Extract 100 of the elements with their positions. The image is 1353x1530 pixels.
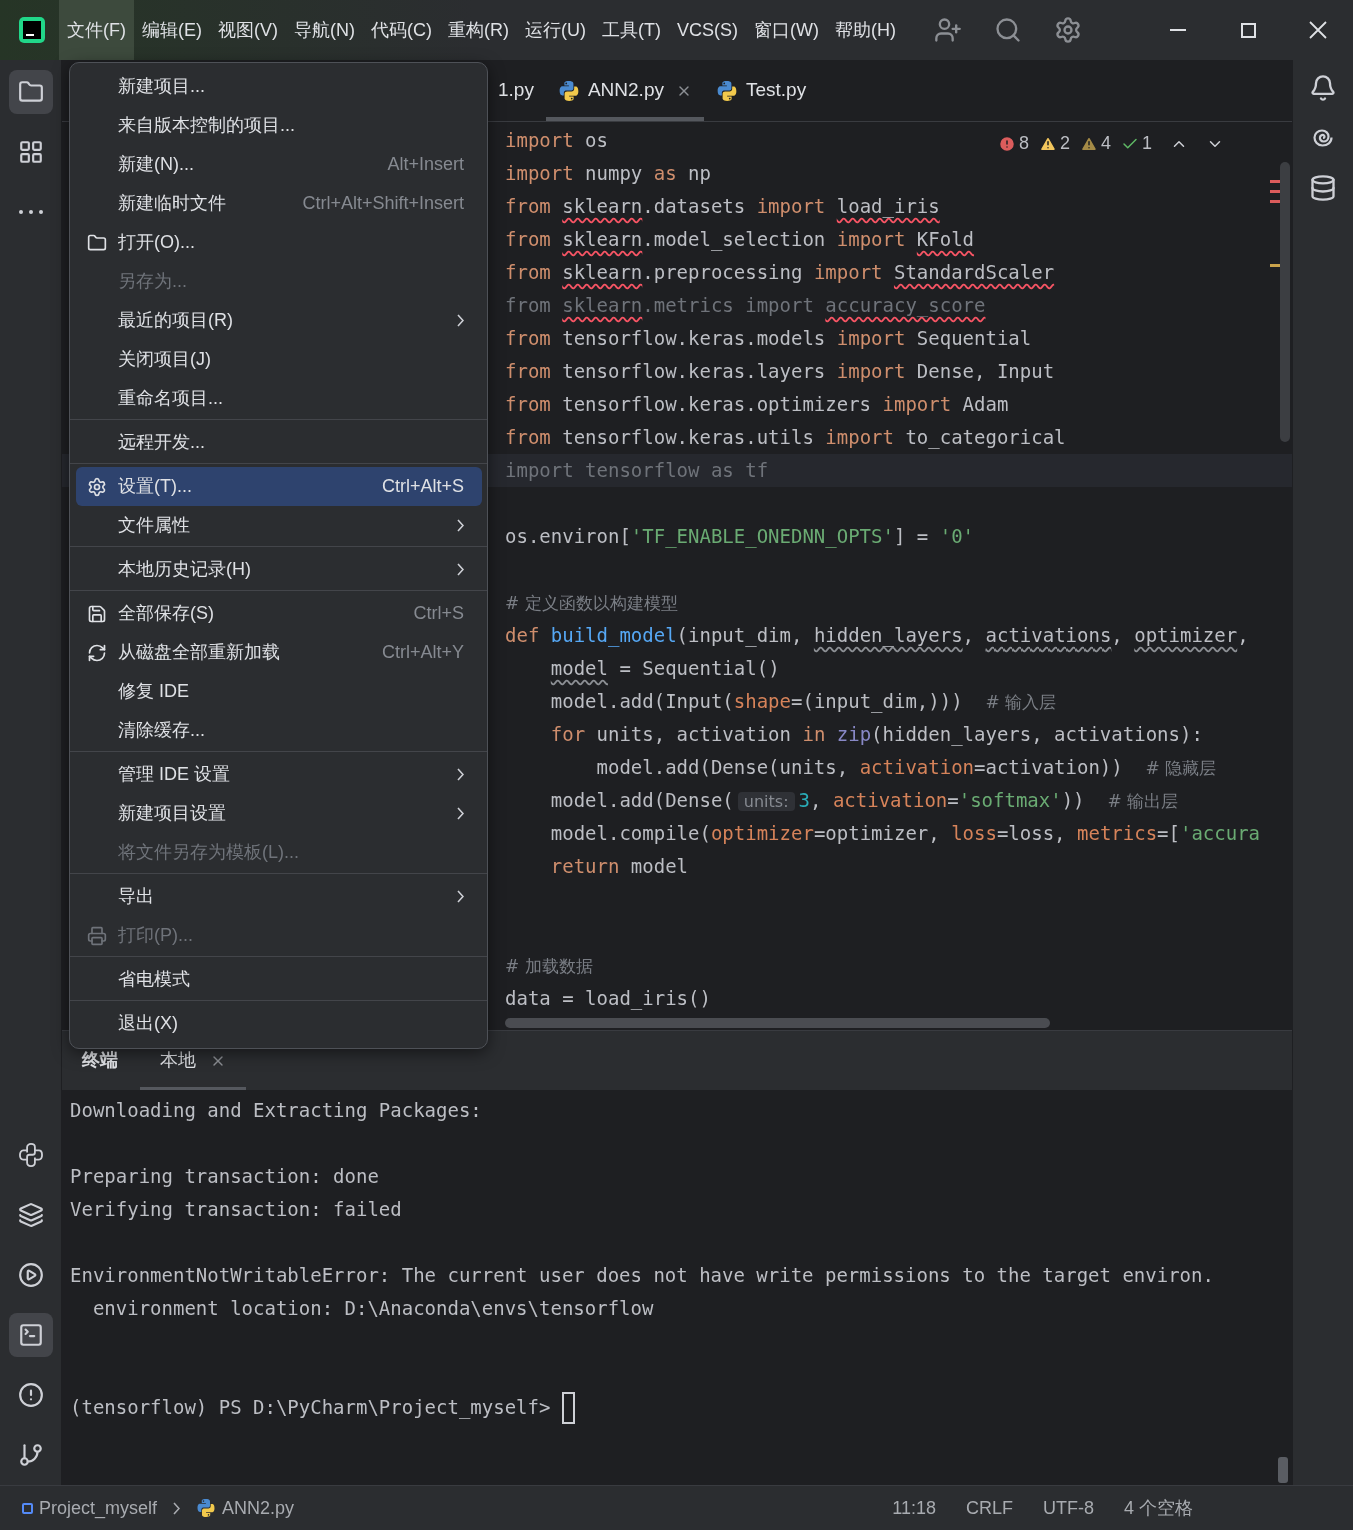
status-item[interactable]: UTF-8 xyxy=(1043,1494,1094,1522)
menu-bar-item[interactable]: 工具(T) xyxy=(594,0,669,60)
close-icon xyxy=(1309,21,1327,39)
code-line: from sklearn.datasets import load_iris xyxy=(505,194,940,220)
text-cursor xyxy=(562,1391,576,1424)
menu-item[interactable]: 修复 IDE xyxy=(76,672,482,711)
menu-bar-item[interactable]: 重构(R) xyxy=(440,0,517,60)
folder-icon xyxy=(17,79,44,105)
add-user-icon[interactable] xyxy=(933,16,962,44)
terminal-line: environment location: D:\Anaconda\envs\tensorflow xyxy=(91,1296,655,1322)
database-icon[interactable] xyxy=(1309,174,1337,202)
code-line: return model xyxy=(549,854,689,880)
code-line: # 定义函数以构建模型 xyxy=(505,592,678,616)
save-icon xyxy=(87,603,107,624)
inspection-count: 8 xyxy=(1018,132,1029,155)
menu-item[interactable]: 省电模式 xyxy=(76,960,482,999)
menu-item[interactable]: 新建项目... xyxy=(76,67,482,106)
git-branch-icon xyxy=(17,1442,44,1468)
status-item[interactable]: 4 个空格 xyxy=(1124,1494,1193,1522)
structure-icon xyxy=(17,139,44,165)
terminal-line: Preparing transaction: done xyxy=(70,1164,380,1190)
settings-icon[interactable] xyxy=(1053,16,1082,44)
terminal-line: EnvironmentNotWritableError: The current user does not have write permissions to the target environ. xyxy=(70,1263,1215,1289)
menu-bar-item[interactable]: 帮助(H) xyxy=(826,0,904,60)
breadcrumb[interactable]: ANN2.py xyxy=(196,1494,295,1522)
terminal-line: Verifying transaction: failed xyxy=(70,1197,403,1223)
menu-item[interactable]: 新建项目设置 xyxy=(76,794,482,833)
folder-icon xyxy=(87,232,107,253)
code-line: model.add(Input(shape=(input_dim,))) # 输入层 xyxy=(549,689,1057,715)
code-line: for units, activation in zip(hidden_layers, activations): xyxy=(549,722,1203,748)
editor-tab[interactable]: Test.py xyxy=(703,60,819,121)
settings-icon xyxy=(87,476,107,497)
code-line: from sklearn.metrics import accuracy_score xyxy=(505,293,986,319)
folder-tool-button[interactable] xyxy=(8,70,53,114)
menu-item[interactable]: 设置(T)... Ctrl+Alt+S xyxy=(76,467,482,506)
status-item[interactable]: CRLF xyxy=(965,1494,1013,1522)
error-icon xyxy=(997,134,1016,153)
menu-item[interactable]: 打开(O)... xyxy=(76,223,482,262)
run-icon xyxy=(17,1262,44,1288)
menu-item[interactable]: 最近的项目(R) xyxy=(76,301,482,340)
shortcut-label: Ctrl+S xyxy=(413,602,464,625)
menu-item[interactable]: 文件属性 xyxy=(76,506,482,545)
terminal-tool-button[interactable] xyxy=(8,1313,53,1357)
code-line: from tensorflow.keras.utils import to_categorical xyxy=(505,425,1066,451)
menu-bar-item[interactable]: 窗口(W) xyxy=(746,0,827,60)
menu-bar-item[interactable]: 视图(V) xyxy=(210,0,286,60)
menu-item[interactable]: 新建临时文件 Ctrl+Alt+Shift+Insert xyxy=(76,184,482,223)
python-icon xyxy=(715,79,738,102)
terminal-prompt: (tensorflow) PS D:\PyCharm\Project_myself> xyxy=(70,1395,551,1421)
python-icon xyxy=(17,1142,44,1168)
menu-bar-item[interactable]: 文件(F) xyxy=(59,0,134,60)
editor-tab[interactable]: 1.py xyxy=(486,60,546,121)
menu-item[interactable]: 管理 IDE 设置 xyxy=(76,755,482,794)
menu-item[interactable]: 重命名项目... xyxy=(76,379,482,418)
code-line: model.add(Dense(units, activation=activation)) # 隐藏层 xyxy=(595,755,1217,781)
app-logo-icon xyxy=(19,17,45,43)
code-line: # 加载数据 xyxy=(505,955,593,979)
code-line: def build_model(input_dim, hidden_layers, activations, optimizer, xyxy=(505,623,1249,649)
status-item[interactable]: 11:18 xyxy=(892,1494,936,1522)
menu-item[interactable]: 导出 xyxy=(76,877,482,916)
code-line: import tensorflow as tf xyxy=(505,458,769,484)
menu-bar-item[interactable]: VCS(S) xyxy=(668,0,746,60)
menu-item[interactable]: 来自版本控制的项目... xyxy=(76,106,482,145)
printer-icon xyxy=(87,925,107,946)
python-icon xyxy=(196,1498,217,1518)
terminal-line: Downloading and Extracting Packages: xyxy=(70,1098,483,1124)
menu-item[interactable]: 全部保存(S) Ctrl+S xyxy=(76,594,482,633)
code-line: model = Sequential() xyxy=(549,656,780,682)
code-line: from sklearn.preprocessing import StandardScaler xyxy=(505,260,1055,286)
menu-bar-item[interactable]: 编辑(E) xyxy=(134,0,210,60)
notifications-icon[interactable] xyxy=(1309,74,1337,102)
layers-icon xyxy=(17,1202,44,1228)
menu-item[interactable]: 从磁盘全部重新加载 Ctrl+Alt+Y xyxy=(76,633,482,672)
shortcut-label: Ctrl+Alt+Y xyxy=(381,641,464,664)
shortcut-label: Ctrl+Alt+S xyxy=(381,475,464,498)
menu-item[interactable]: 清除缓存... xyxy=(76,711,482,750)
menu-bar-item[interactable]: 代码(C) xyxy=(363,0,440,60)
code-line: import os xyxy=(505,128,608,154)
inspection-count: 4 xyxy=(1100,132,1111,155)
code-line: from sklearn.model_selection import KFold xyxy=(505,227,975,253)
minimize-icon xyxy=(1170,29,1186,31)
menu-item[interactable]: 关闭项目(J) xyxy=(76,340,482,379)
menu-item[interactable]: 新建(N)... Alt+Insert xyxy=(76,145,482,184)
menu-bar-item[interactable]: 导航(N) xyxy=(286,0,363,60)
code-line: model.add(Dense( units: 3, activation='softmax')) # 输出层 xyxy=(549,788,1179,814)
menu-bar-item[interactable]: 运行(U) xyxy=(517,0,594,60)
python-icon xyxy=(557,79,580,102)
terminal-icon xyxy=(17,1322,44,1348)
menu-item[interactable]: 本地历史记录(H) xyxy=(76,550,482,589)
reload-icon xyxy=(87,642,107,663)
code-line: from tensorflow.keras.layers import Dense, Input xyxy=(505,359,1055,385)
problems-icon xyxy=(17,1382,44,1408)
menu-item[interactable]: 远程开发... xyxy=(76,423,482,462)
inspection-count: 2 xyxy=(1059,132,1070,155)
code-line: from tensorflow.keras.models import Sequential xyxy=(505,326,1032,352)
inspection-count: 1 xyxy=(1142,132,1152,155)
search-icon[interactable] xyxy=(993,16,1022,44)
code-line: os.environ['TF_ENABLE_ONEDNN_OPTS'] = '0' xyxy=(505,524,975,550)
breadcrumb[interactable]: Project_myself xyxy=(22,1494,158,1522)
maximize-icon xyxy=(1240,22,1256,38)
